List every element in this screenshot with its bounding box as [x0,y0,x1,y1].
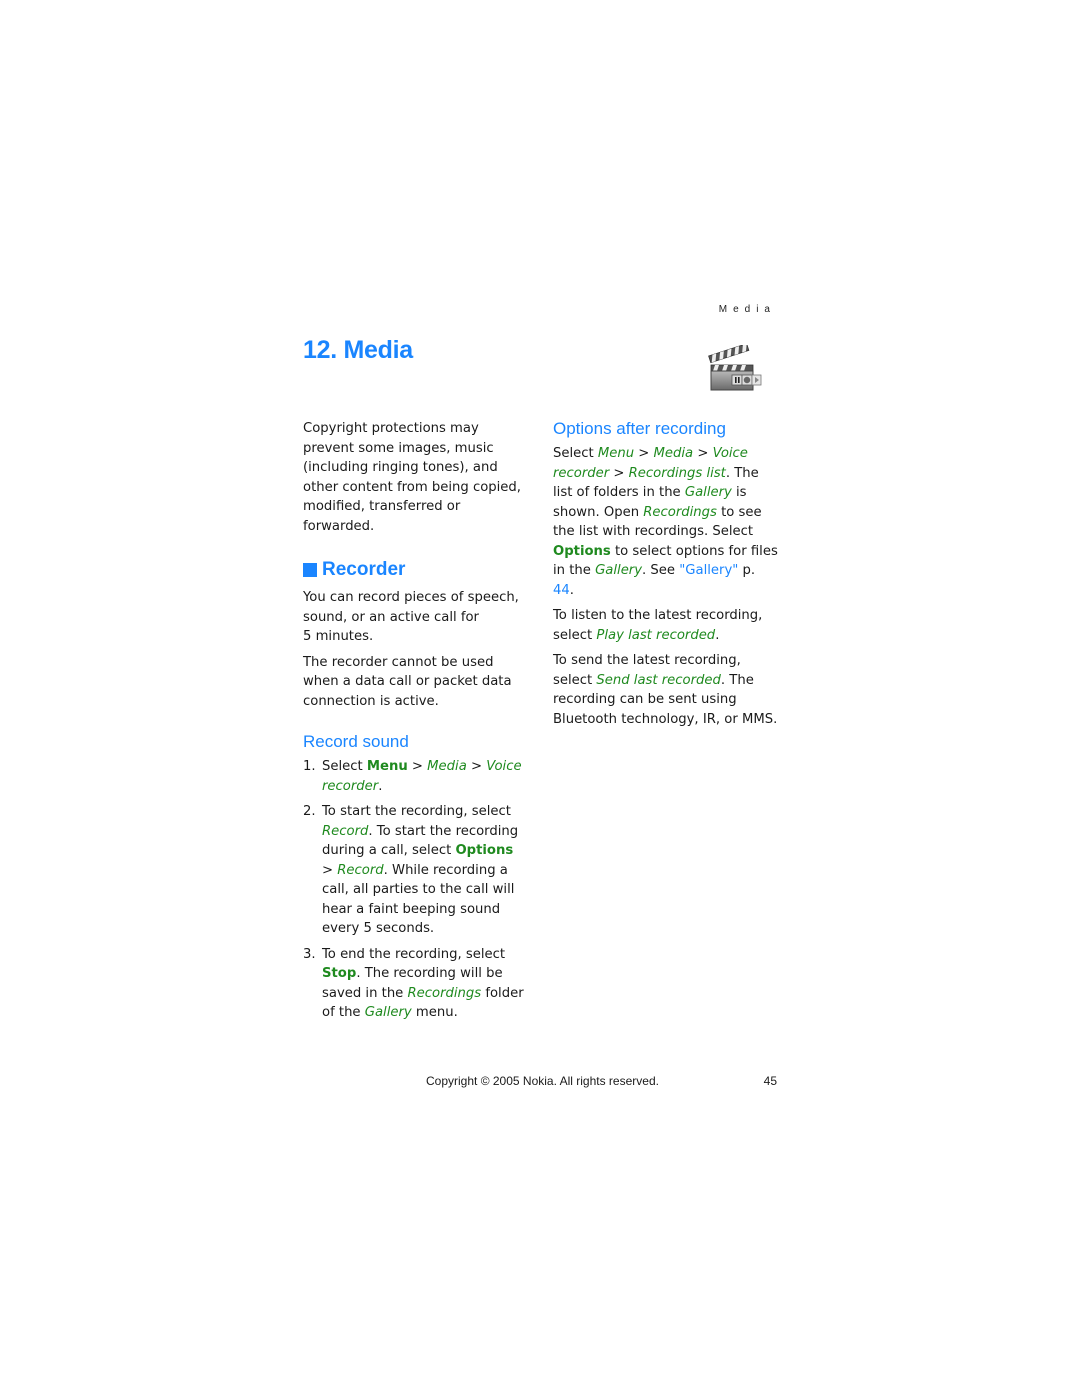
recorder-heading-text: Recorder [322,559,406,580]
options-paragraph-1: Select Menu > Media > Voice recorder > R… [553,444,778,600]
footer-copyright: Copyright © 2005 Nokia. All rights reser… [426,1074,659,1088]
ui-gallery-label: Gallery [595,563,643,578]
step-number: 2. [303,804,316,819]
path-separator: > [609,465,629,481]
ui-recordings-label: Recordings [407,985,482,1001]
body-text: . [569,582,574,598]
ui-gallery-label: Gallery [684,485,732,500]
ui-record-label: Record [337,862,384,878]
intro-paragraph: Copyright protections may prevent some i… [303,421,521,534]
step-text: . [378,778,383,794]
step-text: menu. [411,1005,458,1020]
recorder-heading: Recorder [303,558,528,582]
path-separator: > [466,759,487,774]
ui-send-last-recorded-label: Send last recorded [596,672,721,688]
recorder-p1-duration: 5 minutes. [303,629,374,644]
record-sound-steps: 1. Select Menu > Media > Voice recorder.… [303,757,528,1023]
step-3: 3. To end the recording, select Stop. Th… [303,945,528,1023]
clapperboard-media-icon [707,343,771,393]
page-reference-link[interactable]: 44 [553,583,570,598]
options-paragraph-3: To send the latest recording, select Sen… [553,651,778,729]
body-text: . [715,627,720,643]
body-text: p. [738,563,756,578]
body-text: Select [553,446,598,461]
step-number: 3. [303,946,316,962]
ui-recordings-label: Recordings [643,504,717,520]
recorder-p1-text: You can record pieces of speech, sound, … [303,590,519,625]
path-separator: > [634,446,654,461]
ui-options-label: Options [455,843,514,858]
step-1: 1. Select Menu > Media > Voice recorder. [303,757,528,796]
running-head: Media [718,304,776,315]
ui-play-last-recorded-label: Play last recorded [596,627,716,643]
gallery-cross-reference-link[interactable]: "Gallery" [679,563,738,578]
chapter-title: 12. Media [303,336,413,364]
body-text: . See [642,563,680,578]
ui-recordings-list-label: Recordings list [628,465,726,481]
section-square-icon [303,563,317,577]
options-paragraph-2: To listen to the latest recording, selec… [553,606,778,645]
ui-record-label: Record [322,823,369,839]
ui-stop-label: Stop [322,966,357,981]
step-number: 1. [303,759,316,774]
ui-menu-label: Menu [597,446,635,461]
ui-menu-label: Menu [366,759,408,774]
recorder-paragraph-1: You can record pieces of speech, sound, … [303,588,528,647]
step-text: To start the recording, select [322,804,511,819]
right-column: Options after recording Select Menu > Me… [553,418,778,735]
path-separator: > [407,759,428,774]
step-text: Select [322,759,367,774]
ui-gallery-label: Gallery [364,1005,412,1020]
options-after-recording-heading: Options after recording [553,419,726,438]
record-sound-heading: Record sound [303,732,409,751]
path-separator: > [322,862,338,878]
page-number: 45 [763,1074,777,1088]
path-separator: > [693,446,713,461]
recorder-paragraph-2: The recorder cannot be used when a data … [303,654,512,709]
ui-media-label: Media [427,759,467,774]
step-2: 2. To start the recording, select Record… [303,802,528,939]
ui-media-label: Media [653,446,694,461]
ui-options-label: Options [553,543,611,559]
left-column: Copyright protections may prevent some i… [303,419,528,1029]
step-text: To end the recording, select [322,946,506,962]
